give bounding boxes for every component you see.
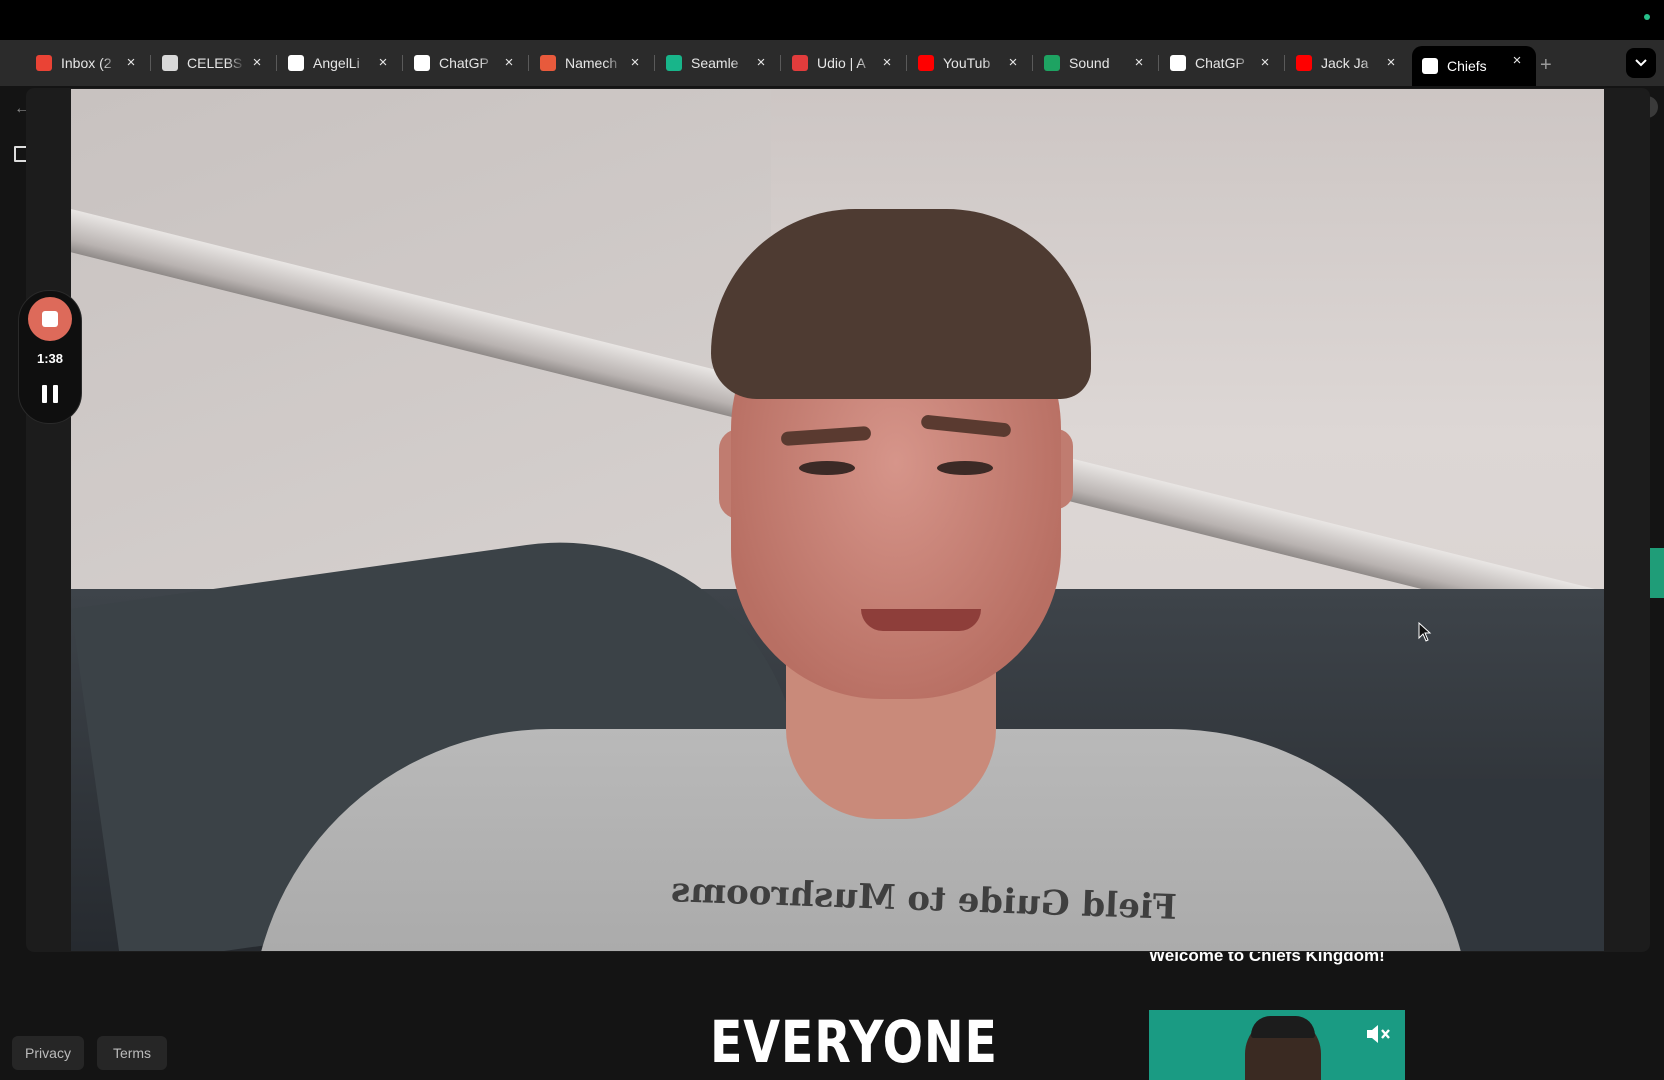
close-tab-icon[interactable]: × [1382,54,1400,72]
person-hair [711,209,1091,399]
mute-icon[interactable] [1365,1022,1391,1046]
browser-tab[interactable]: YouTub × [906,48,1032,78]
openai-icon [1170,55,1186,71]
recording-controls: 1:38 [18,290,82,424]
tab-title: Seamle [691,55,739,71]
privacy-link[interactable]: Privacy [12,1036,84,1070]
close-tab-icon[interactable]: × [878,54,896,72]
tab-separator [1032,55,1033,71]
promo-video-thumbnail[interactable] [1149,1010,1405,1080]
close-tab-icon[interactable]: × [500,54,518,72]
browser-tab-strip: + Inbox (2 × CELEBS × AngelLi × ChatGP × Namech ×… [0,40,1664,86]
tab-separator [150,55,151,71]
chevron-down-icon [1635,59,1647,67]
tab-separator [780,55,781,71]
sheets-icon [1044,55,1060,71]
angellist-icon [288,55,304,71]
page-icon [1422,58,1438,74]
tab-title: Udio | A [817,55,866,71]
new-tab-button[interactable]: + [1540,54,1552,77]
close-tab-icon[interactable]: × [1130,54,1148,72]
youtube-icon [1296,55,1312,71]
browser-tab[interactable]: ChatGP × [1158,48,1284,78]
hero-headline: EVERYONE [710,1008,998,1076]
tab-title: CELEBS [187,55,243,71]
webcam-video-feed: Field Guide to Mushrooms [71,89,1604,951]
seamless-icon [666,55,682,71]
browser-tab[interactable]: Udio | A × [780,48,906,78]
close-tab-icon[interactable]: × [248,54,266,72]
close-tab-icon[interactable]: × [626,54,644,72]
tab-title: ChatGP [439,55,489,71]
close-tab-icon[interactable]: × [374,54,392,72]
tab-title: Chiefs [1447,58,1487,74]
gmail-icon [36,55,52,71]
youtube-icon [918,55,934,71]
tab-title: Inbox (2 [61,55,112,71]
tab-separator [276,55,277,71]
close-tab-icon[interactable]: × [1004,54,1022,72]
stop-icon [42,311,58,327]
person-eye-left [799,461,855,475]
recording-timer: 1:38 [36,351,64,366]
browser-tab[interactable]: Namech × [528,48,654,78]
browser-tab[interactable]: CELEBS × [150,48,276,78]
tab-search-dropdown-button[interactable] [1626,48,1656,78]
tab-separator [528,55,529,71]
close-tab-icon[interactable]: × [1508,52,1526,70]
tab-separator [1158,55,1159,71]
tab-separator [654,55,655,71]
tab-title: AngelLi [313,55,360,71]
mouse-cursor-icon [1418,622,1432,642]
celebs-icon [162,55,178,71]
tab-separator [906,55,907,71]
tab-title: Sound [1069,55,1110,71]
terms-link[interactable]: Terms [97,1036,167,1070]
openai-icon [414,55,430,71]
pause-icon[interactable] [42,385,58,403]
side-widget-tab[interactable] [1650,548,1664,598]
close-tab-icon[interactable]: × [752,54,770,72]
tab-separator [402,55,403,71]
status-indicator-dot [1644,14,1650,20]
browser-tab[interactable]: Sound × [1032,48,1158,78]
close-tab-icon[interactable]: × [1256,54,1274,72]
person-eye-right [937,461,993,475]
stop-recording-button[interactable] [28,297,72,341]
person-mouth [861,609,981,631]
promo-cap-image [1251,1016,1315,1038]
browser-tab[interactable]: Chiefs × [1412,46,1536,86]
tab-separator [1284,55,1285,71]
tab-title: Namech [565,55,618,71]
browser-tab[interactable]: Inbox (2 × [26,48,150,78]
browser-tab[interactable]: Seamle × [654,48,780,78]
tab-title: Jack Ja [1321,55,1369,71]
browser-tab[interactable]: Jack Ja × [1284,48,1410,78]
udio-icon [792,55,808,71]
system-top-bar [0,0,1664,40]
tab-title: YouTub [943,55,991,71]
namecheap-icon [540,55,556,71]
tab-title: ChatGP [1195,55,1245,71]
close-tab-icon[interactable]: × [122,54,140,72]
browser-tab[interactable]: ChatGP × [402,48,528,78]
browser-tab[interactable]: AngelLi × [276,48,402,78]
